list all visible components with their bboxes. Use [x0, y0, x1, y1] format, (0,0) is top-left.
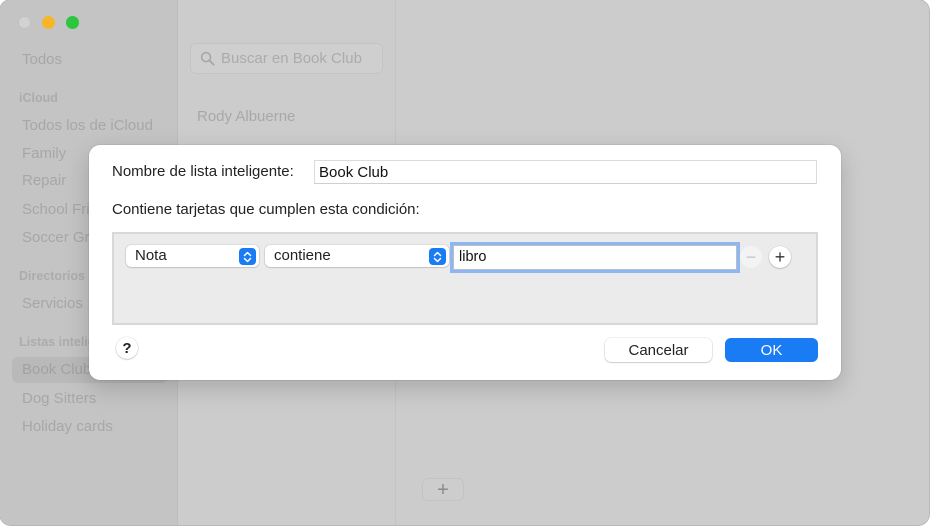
- sidebar-item-todos-icloud[interactable]: Todos los de iCloud: [12, 113, 168, 139]
- cancel-button[interactable]: Cancelar: [605, 338, 712, 362]
- smart-list-name-input[interactable]: Book Club: [314, 160, 817, 184]
- rule-value-input[interactable]: libro: [453, 245, 737, 270]
- sidebar-item-holiday-cards[interactable]: Holiday cards: [12, 414, 168, 440]
- remove-rule-button[interactable]: −: [740, 246, 762, 268]
- close-window-button[interactable]: [18, 16, 31, 29]
- minimize-window-button[interactable]: [42, 16, 55, 29]
- sidebar-item-dog-sitters[interactable]: Dog Sitters: [12, 386, 168, 412]
- search-placeholder: Buscar en Book Club: [221, 50, 362, 67]
- sidebar-section-directorios: Directorios: [19, 269, 85, 283]
- ok-button[interactable]: OK: [725, 338, 818, 362]
- rule-editor: Nota contiene libro − +: [112, 232, 818, 325]
- chevron-up-down-icon: [239, 248, 256, 265]
- smart-list-name-label: Nombre de lista inteligente:: [112, 163, 294, 180]
- add-contact-button[interactable]: +: [422, 478, 464, 501]
- chevron-up-down-icon: [429, 248, 446, 265]
- search-icon: [200, 51, 215, 66]
- condition-label: Contiene tarjetas que cumplen esta condi…: [112, 201, 420, 218]
- rule-field-value: Nota: [135, 247, 167, 264]
- smart-list-dialog: Nombre de lista inteligente: Book Club C…: [89, 145, 841, 380]
- sidebar-section-icloud: iCloud: [19, 91, 58, 105]
- contact-list-item[interactable]: Rody Albuerne: [197, 108, 295, 125]
- contacts-window: Todos iCloud Todos los de iCloud Family …: [0, 0, 929, 525]
- rule-operator-popup[interactable]: contiene: [265, 245, 449, 267]
- help-button[interactable]: ?: [116, 337, 138, 359]
- sidebar-item-todos[interactable]: Todos: [12, 47, 168, 73]
- rule-field-popup[interactable]: Nota: [126, 245, 259, 267]
- search-field[interactable]: Buscar en Book Club: [190, 43, 383, 74]
- add-rule-button[interactable]: +: [769, 246, 791, 268]
- window-controls: [18, 16, 79, 29]
- rule-operator-value: contiene: [274, 247, 331, 264]
- zoom-window-button[interactable]: [66, 16, 79, 29]
